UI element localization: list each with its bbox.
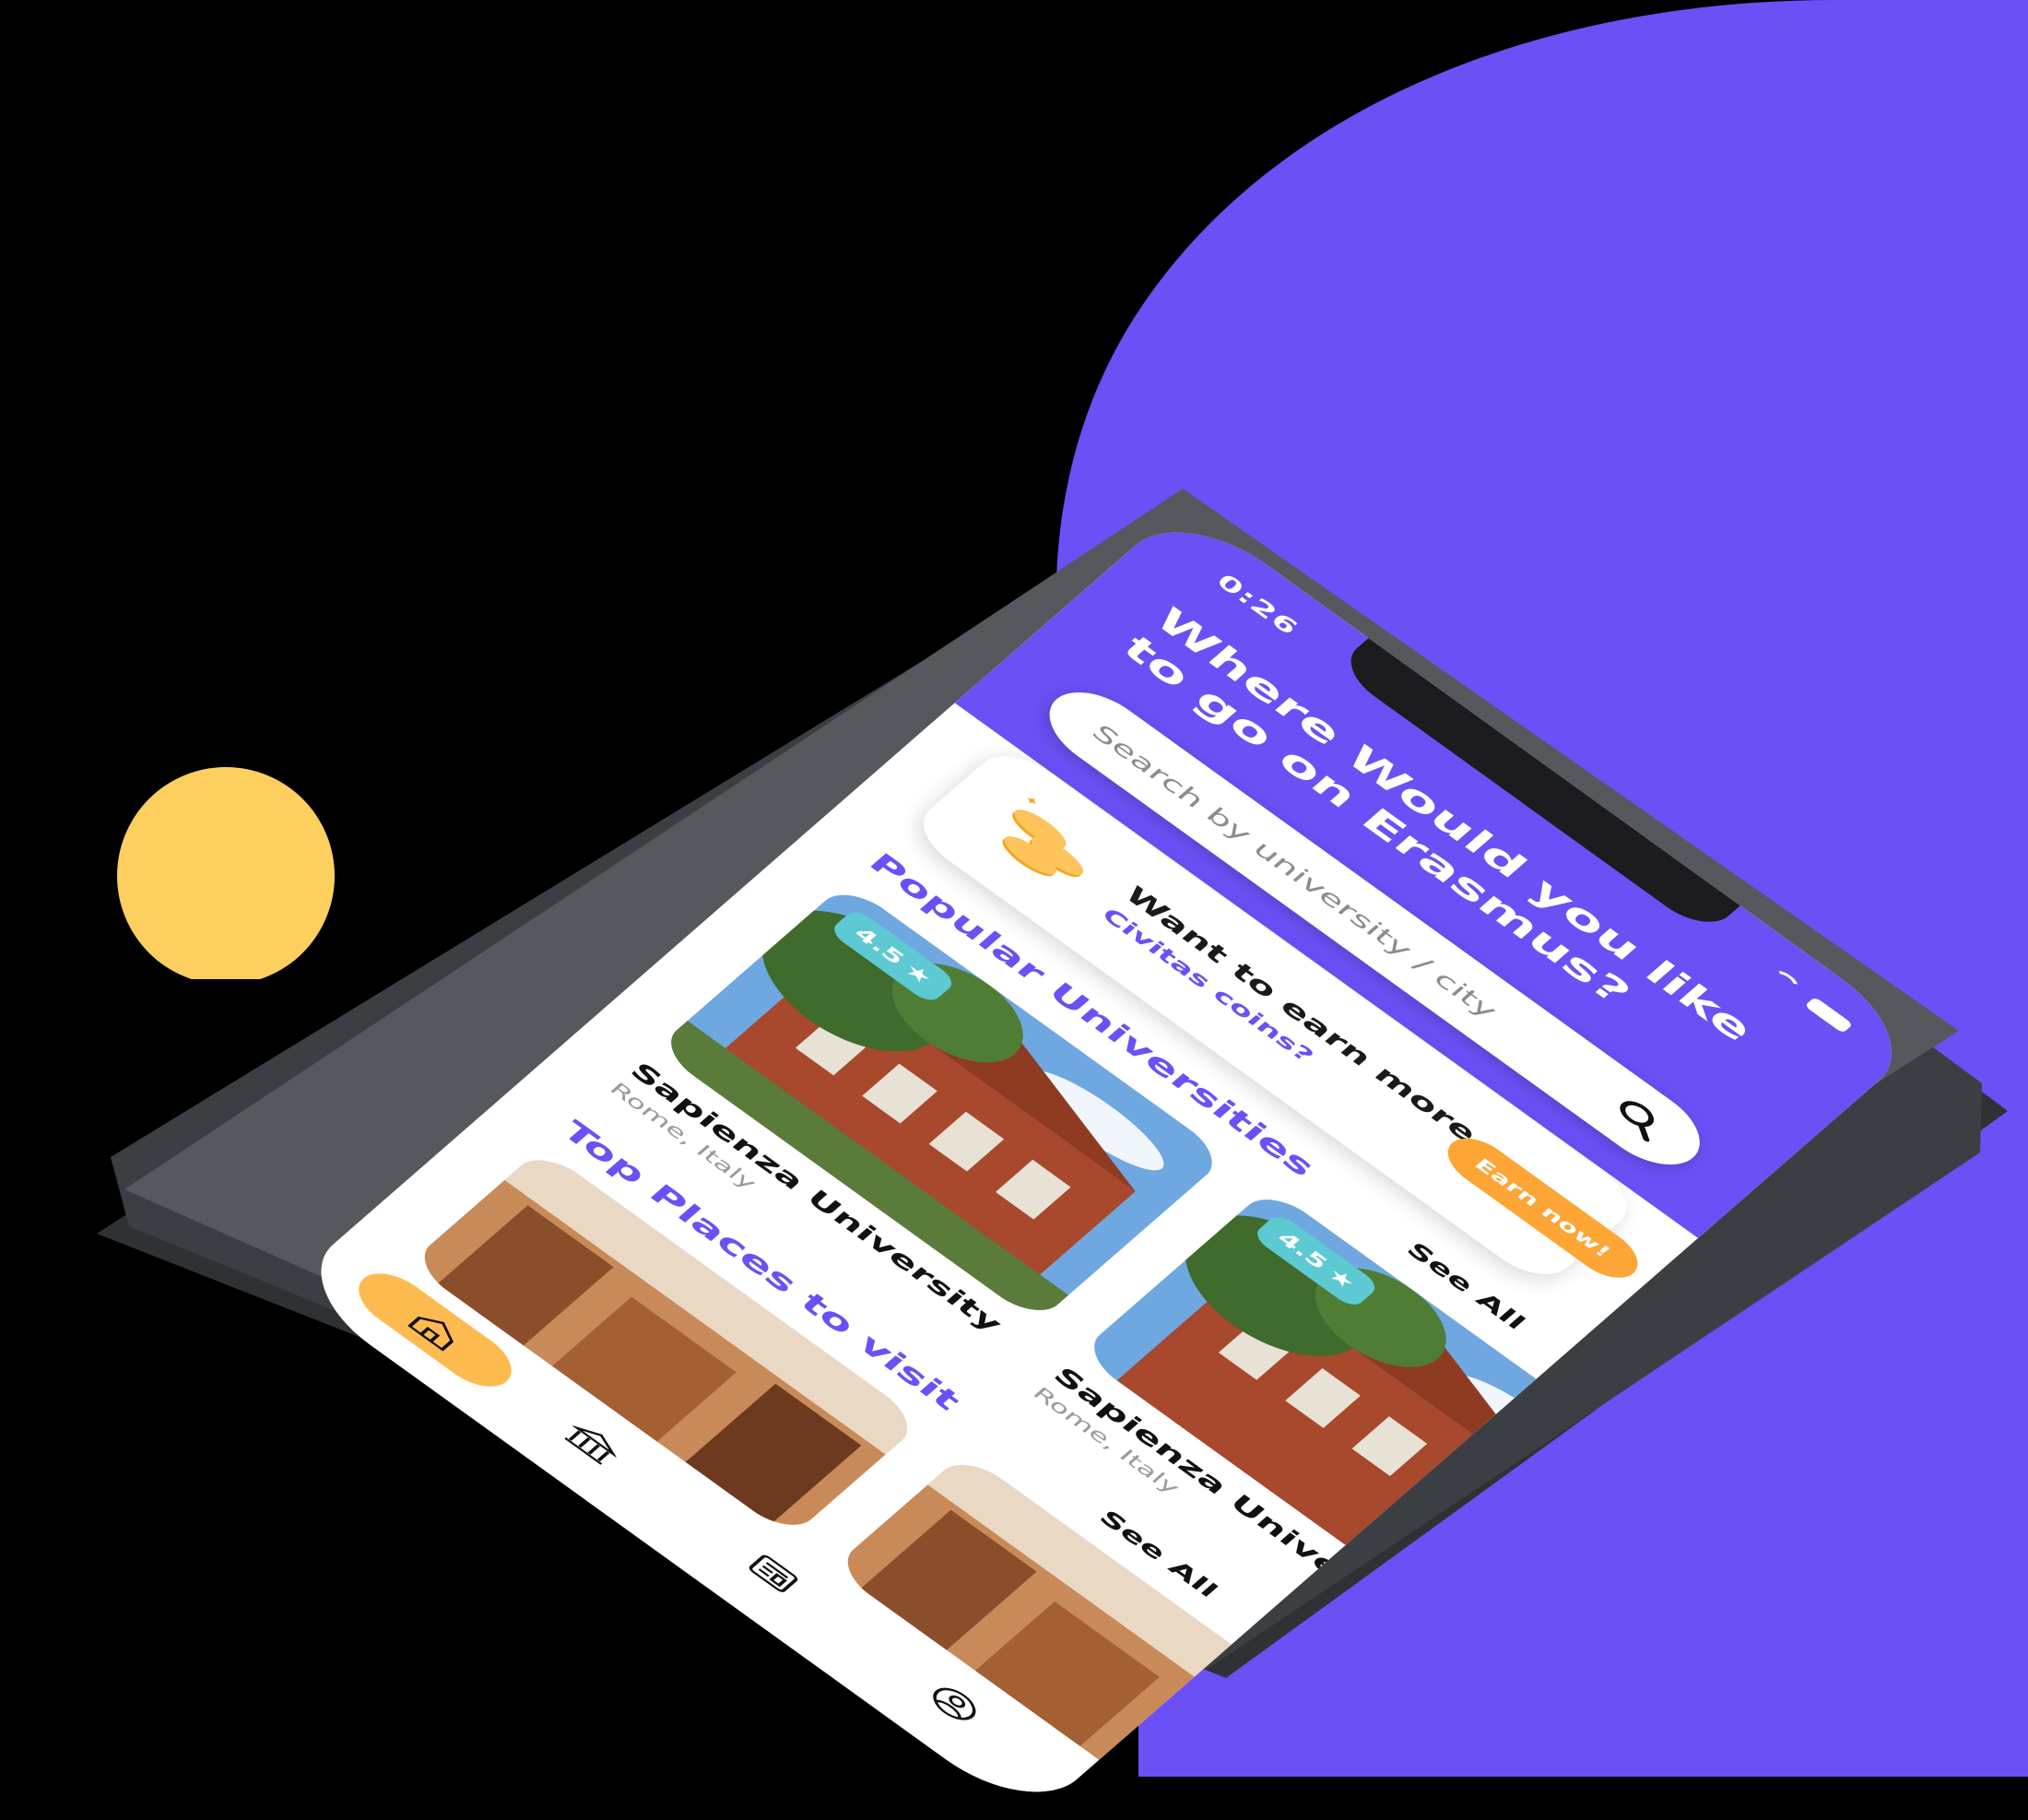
wifi-icon (1762, 965, 1804, 999)
search-icon[interactable] (1605, 1093, 1673, 1145)
university-icon (564, 1424, 618, 1465)
tab-news[interactable] (716, 1530, 830, 1617)
profile-icon (933, 1687, 976, 1720)
home-icon (407, 1316, 454, 1352)
battery-icon (1804, 997, 1854, 1034)
yellow-blob (117, 767, 335, 979)
news-icon (749, 1554, 798, 1592)
svg-text:✦: ✦ (1020, 792, 1043, 810)
star-icon: ★ (899, 959, 937, 989)
star-icon: ★ (1322, 1263, 1361, 1294)
